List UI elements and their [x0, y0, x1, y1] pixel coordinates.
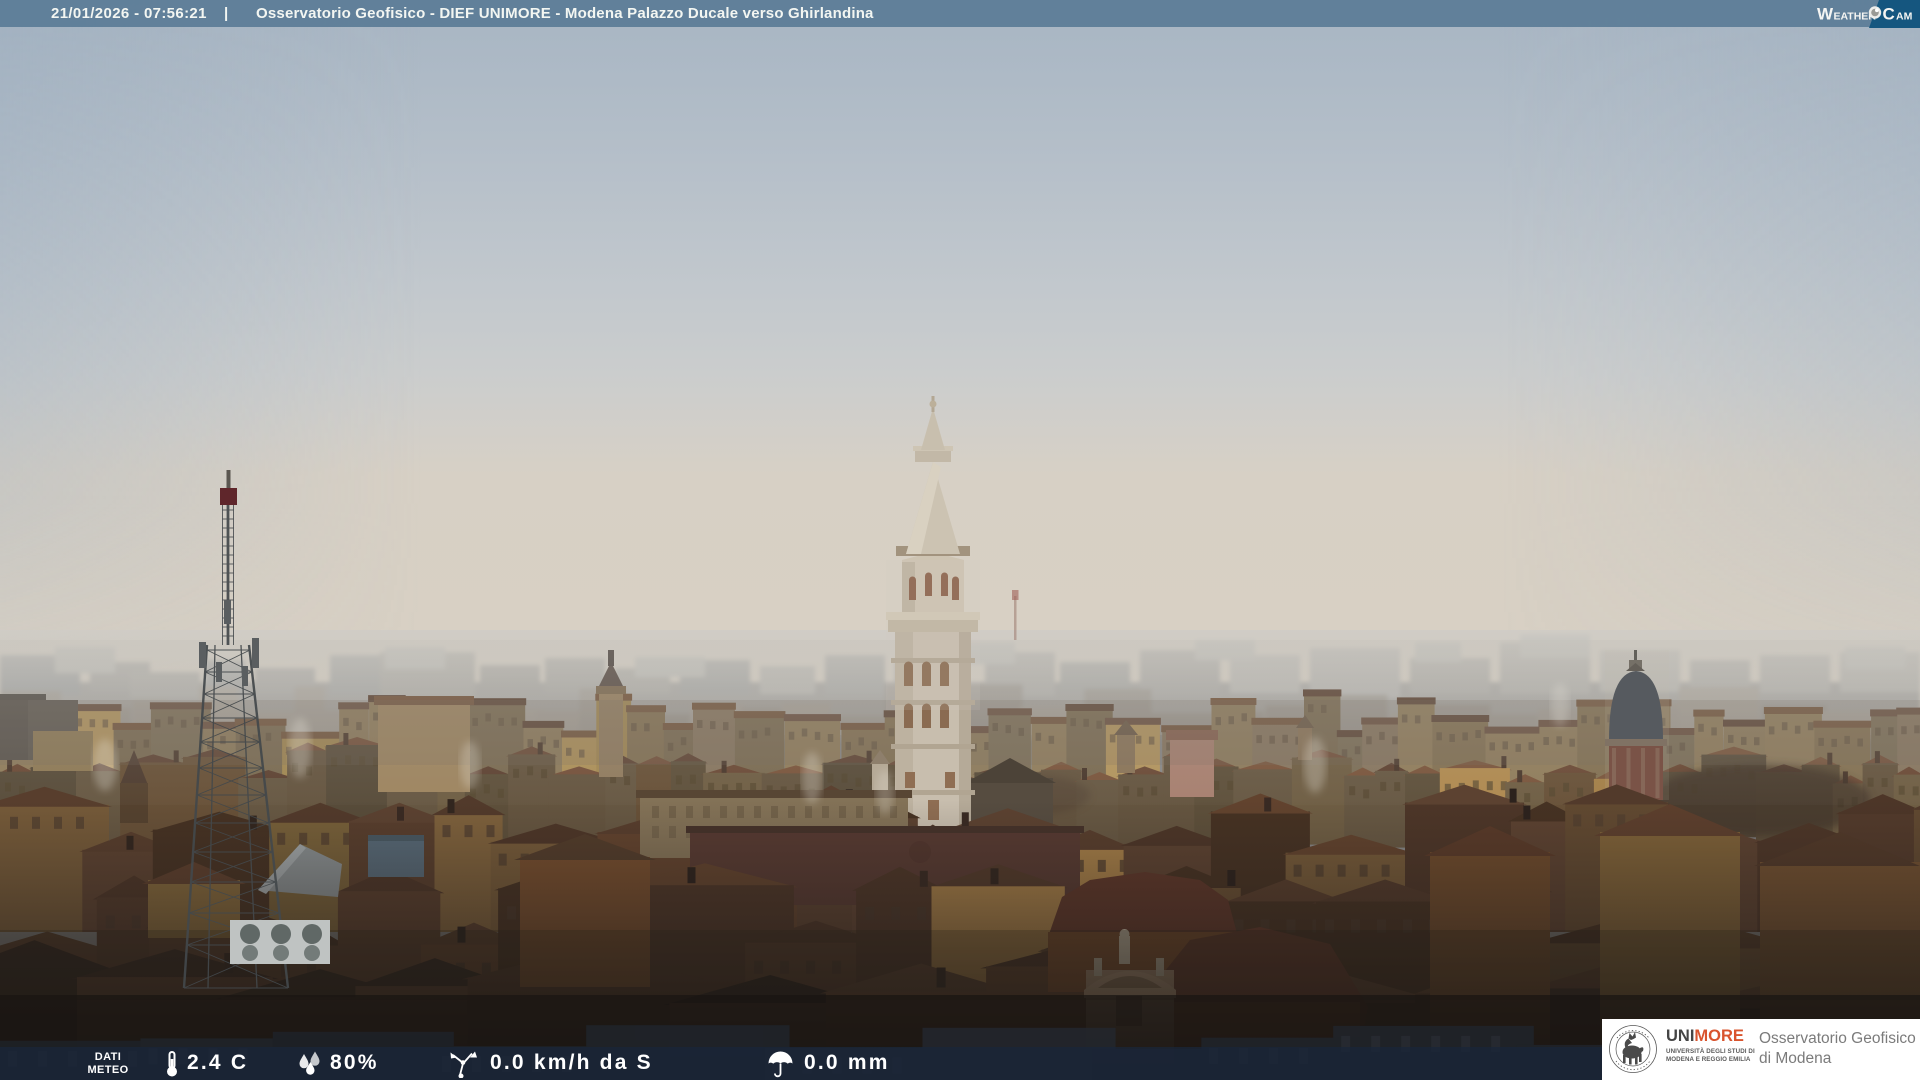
svg-text:W: W: [1817, 5, 1834, 24]
svg-text:AM: AM: [1896, 11, 1913, 23]
svg-text:C: C: [1883, 5, 1895, 24]
